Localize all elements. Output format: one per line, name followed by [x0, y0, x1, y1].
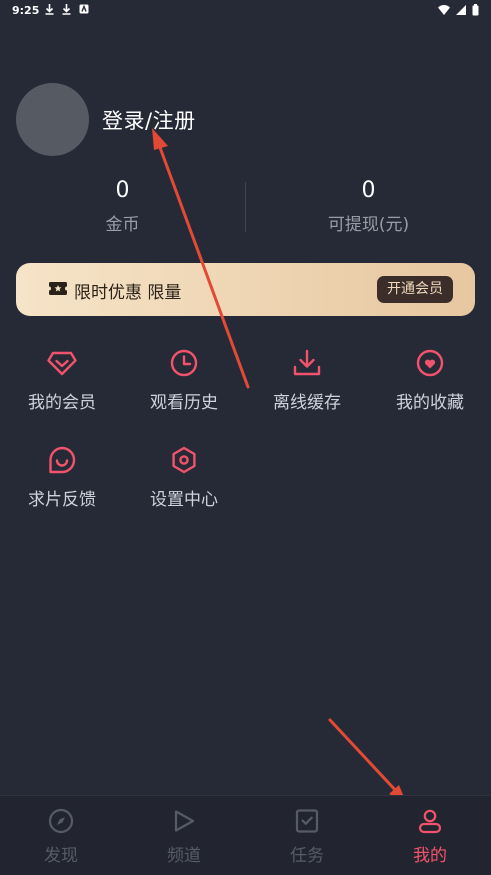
user-icon	[418, 809, 442, 834]
download-icon	[293, 349, 321, 376]
app-notification-icon	[79, 4, 89, 14]
smile-chat-icon	[49, 446, 76, 474]
clock-icon	[170, 349, 198, 377]
tab-label: 任务	[290, 846, 324, 866]
withdrawable-value: 0	[361, 178, 376, 203]
task-check-icon	[295, 809, 319, 833]
stats-row: 0 金币 0 可提现(元)	[0, 176, 491, 240]
tab-mine[interactable]: 我的	[369, 808, 491, 866]
play-icon	[174, 810, 195, 832]
ticket-icon	[49, 282, 67, 295]
login-register-link[interactable]: 登录/注册	[102, 105, 196, 135]
grid-item-label: 设置中心	[150, 490, 218, 510]
grid-item-label: 观看历史	[150, 393, 218, 413]
grid-item-label: 我的收藏	[396, 393, 464, 413]
vip-promo-text: 限时优惠 限量	[74, 283, 182, 303]
status-time: 9:25	[12, 4, 40, 17]
tab-tasks[interactable]: 任务	[246, 808, 368, 866]
withdrawable-stat[interactable]: 0 可提现(元)	[246, 176, 491, 235]
withdrawable-label: 可提现(元)	[327, 215, 410, 235]
grid-item-feedback[interactable]: 求片反馈	[0, 445, 124, 510]
profile-header[interactable]: 登录/注册	[16, 83, 196, 156]
grid-item-label: 离线缓存	[273, 393, 341, 413]
heart-icon	[416, 349, 444, 377]
coins-stat[interactable]: 0 金币	[0, 176, 245, 235]
avatar[interactable]	[16, 83, 89, 156]
grid-item-vip[interactable]: 我的会员	[0, 348, 124, 413]
signal-icon	[456, 5, 466, 15]
tab-label: 频道	[167, 846, 201, 866]
grid-item-label: 求片反馈	[28, 490, 96, 510]
open-vip-button[interactable]: 开通会员	[377, 276, 453, 303]
wifi-icon	[438, 5, 450, 15]
grid-item-settings[interactable]: 设置中心	[122, 445, 246, 510]
tab-discover[interactable]: 发现	[0, 808, 122, 866]
download-notification-icon	[45, 4, 54, 15]
coins-label: 金币	[105, 215, 140, 235]
vip-promo-banner[interactable]: 限时优惠 限量 开通会员	[16, 263, 475, 316]
grid-item-favorites[interactable]: 我的收藏	[368, 348, 491, 413]
download-notification-icon	[62, 4, 71, 15]
grid-item-history[interactable]: 观看历史	[122, 348, 246, 413]
tab-label: 我的	[413, 846, 447, 866]
diamond-icon	[47, 351, 77, 376]
coins-value: 0	[115, 178, 130, 203]
tab-label: 发现	[44, 846, 78, 866]
compass-icon	[48, 808, 74, 834]
grid-item-label: 我的会员	[28, 393, 96, 413]
status-bar: 9:25	[0, 0, 491, 22]
battery-icon	[472, 4, 479, 16]
bottom-tab-bar: 发现 频道 任务 我的	[0, 795, 491, 875]
tab-channels[interactable]: 频道	[123, 808, 245, 866]
grid-item-offline-cache[interactable]: 离线缓存	[245, 348, 369, 413]
settings-icon	[172, 446, 196, 474]
